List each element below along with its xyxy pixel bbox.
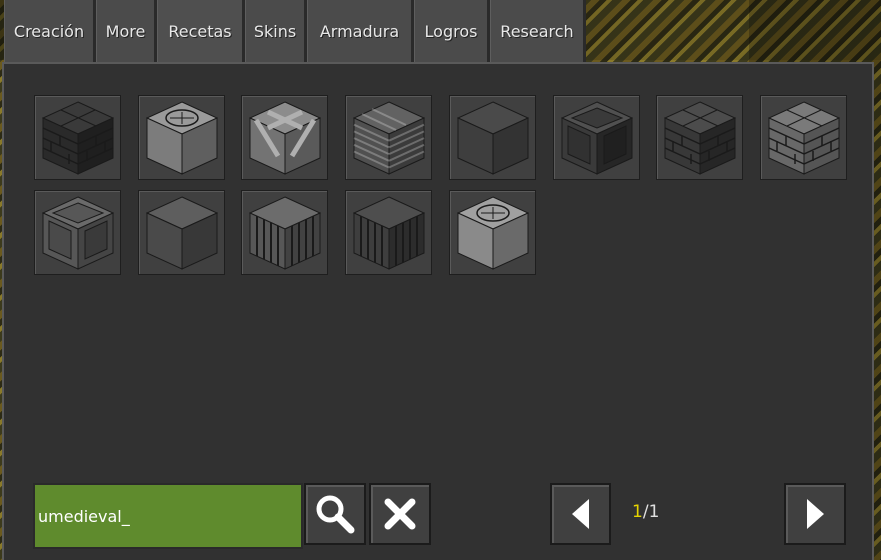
tab-bar: Creación More Recetas Skins Armadura Log… bbox=[4, 0, 586, 63]
item-slot-framed-stone[interactable] bbox=[34, 190, 121, 275]
woven-stone-block-icon bbox=[249, 101, 322, 175]
beveled-dark-stone-block-icon bbox=[560, 101, 633, 175]
search-button[interactable] bbox=[304, 483, 366, 545]
arrow-right-icon bbox=[807, 499, 824, 529]
carved-stone-block-icon bbox=[456, 196, 529, 270]
page-indicator: 1/1 bbox=[632, 502, 659, 522]
item-slot-smooth-dark-stone[interactable] bbox=[448, 95, 536, 180]
magnifier-icon bbox=[316, 495, 355, 534]
tab-logros[interactable]: Logros bbox=[414, 0, 490, 63]
item-slot-carved-stone[interactable] bbox=[448, 190, 536, 275]
item-slot-dark-brick-wall[interactable] bbox=[656, 95, 744, 180]
rough-stone-block-icon bbox=[145, 196, 218, 270]
item-slot-engraved-stone[interactable] bbox=[137, 95, 225, 180]
arrow-left-icon bbox=[571, 499, 589, 529]
total-pages: 1 bbox=[648, 502, 660, 522]
current-page: 1 bbox=[632, 502, 643, 522]
tab-creacion[interactable]: Creación bbox=[4, 0, 96, 63]
light-stone-bricks-block-icon bbox=[767, 101, 841, 175]
item-slot-woven-stone[interactable] bbox=[241, 95, 329, 180]
search-input[interactable]: umedieval_ bbox=[33, 483, 303, 549]
item-slot-light-stone-bricks[interactable] bbox=[759, 95, 847, 180]
engraved-stone-block-icon bbox=[145, 101, 218, 175]
clear-search-button[interactable] bbox=[369, 483, 431, 545]
item-slot-layered-stone[interactable] bbox=[345, 95, 433, 180]
stone-pillar-block-icon bbox=[249, 196, 322, 270]
prev-page-button[interactable] bbox=[550, 483, 611, 545]
item-slot-dark-stone-bricks[interactable] bbox=[34, 95, 121, 180]
x-icon bbox=[384, 498, 416, 530]
layered-stone-block-icon bbox=[352, 101, 426, 175]
item-slot-rough-stone[interactable] bbox=[137, 190, 225, 275]
item-slot-beveled-dark-stone[interactable] bbox=[552, 95, 640, 180]
framed-stone-block-icon bbox=[41, 196, 115, 270]
dark-brick-wall-block-icon bbox=[663, 101, 737, 175]
inventory-panel: umedieval_ bbox=[2, 62, 874, 560]
dark-stone-bricks-block-icon bbox=[41, 101, 115, 175]
tab-skins[interactable]: Skins bbox=[245, 0, 307, 63]
item-slot-stone-pillar[interactable] bbox=[241, 190, 329, 275]
tab-research[interactable]: Research bbox=[490, 0, 586, 63]
tab-more[interactable]: More bbox=[96, 0, 157, 63]
tab-armadura[interactable]: Armadura bbox=[307, 0, 414, 63]
tab-recetas[interactable]: Recetas bbox=[157, 0, 245, 63]
smooth-dark-stone-block-icon bbox=[456, 101, 529, 175]
next-page-button[interactable] bbox=[784, 483, 846, 545]
cracked-pillar-block-icon bbox=[352, 196, 426, 270]
item-slot-cracked-pillar[interactable] bbox=[345, 190, 433, 275]
